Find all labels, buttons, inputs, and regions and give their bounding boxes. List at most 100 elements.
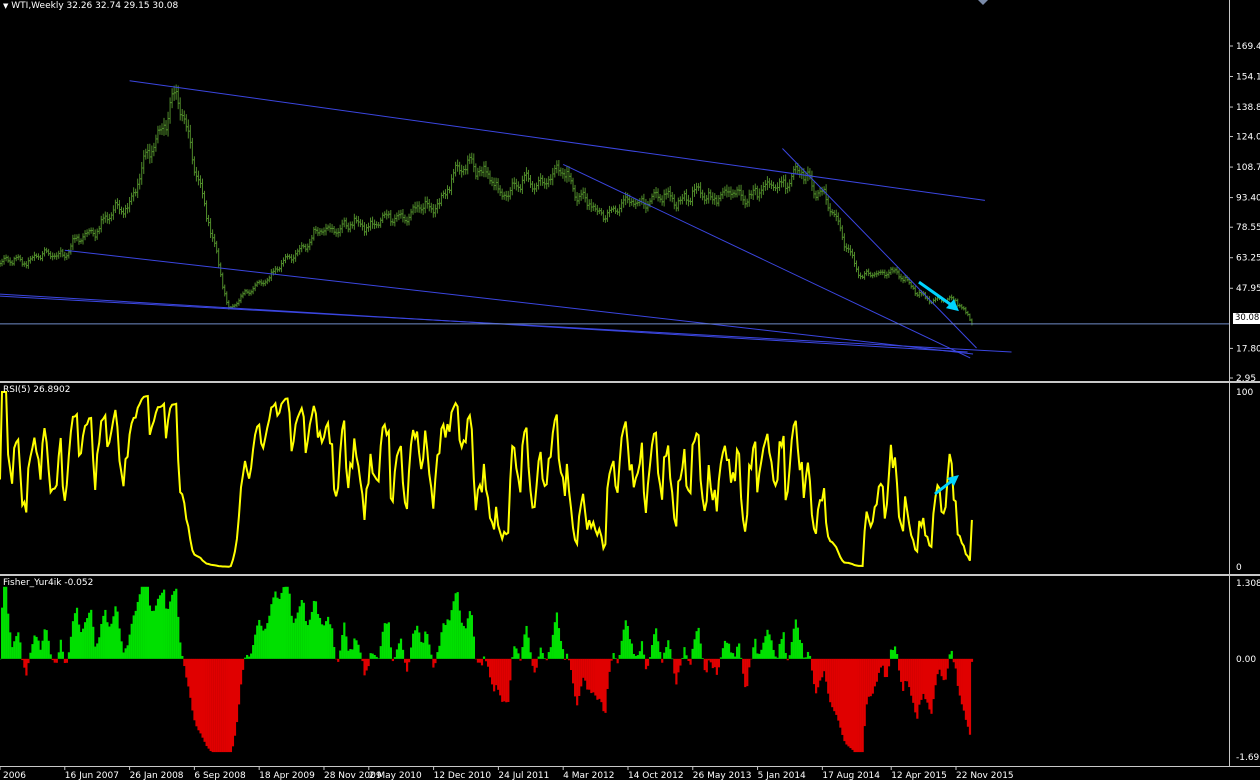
pane-separator[interactable] — [0, 574, 1260, 576]
fisher-bar — [847, 658, 850, 747]
fisher-bar — [363, 658, 366, 676]
price-bar — [887, 269, 891, 278]
price-bar — [757, 188, 761, 202]
fisher-pane[interactable]: 1.308 0.00 -1.693 Fisher_Yur4ik -0.052 — [0, 577, 1260, 766]
price-bar — [0, 258, 4, 267]
price-bar — [277, 266, 281, 272]
fisher-bar — [653, 634, 656, 659]
price-bar — [403, 214, 407, 224]
fisher-bar — [916, 658, 919, 719]
fisher-bar — [952, 658, 955, 663]
fisher-bar — [266, 623, 269, 659]
price-bar — [599, 208, 603, 216]
fisher-bar — [898, 658, 901, 671]
fisher-bar — [324, 621, 328, 659]
fisher-bar — [501, 658, 504, 702]
fisher-bar — [13, 641, 16, 659]
dropdown-triangle-icon[interactable]: ▼ — [3, 2, 8, 10]
price-bar — [563, 169, 567, 182]
fisher-bar — [335, 658, 338, 660]
price-axis-label: 63.25 — [1236, 254, 1260, 264]
fisher-bar — [642, 654, 646, 659]
fisher-bar — [333, 647, 336, 659]
price-bar — [458, 161, 462, 175]
price-bar — [164, 120, 168, 135]
fisher-bar — [614, 658, 617, 659]
fisher-bar — [434, 658, 437, 664]
fisher-bar — [395, 649, 399, 659]
fisher-bar — [365, 658, 368, 671]
price-bar — [142, 150, 146, 174]
fisher-bar — [930, 658, 933, 714]
price-bar — [393, 214, 397, 227]
chart-terminal[interactable]: 169.4 154.1 138.8 124.0 108.7 93.40 78.55 63.25… — [0, 0, 1260, 780]
price-bar — [425, 196, 429, 209]
price-bar — [381, 212, 385, 224]
fisher-bar — [134, 610, 137, 659]
fisher-bar — [669, 649, 672, 659]
fisher-bar — [193, 658, 196, 721]
price-bar — [642, 193, 646, 209]
fisher-bar — [685, 655, 688, 659]
price-axis-label: 78.55 — [1236, 223, 1260, 233]
fisher-bar — [572, 658, 575, 684]
fisher-bar — [748, 658, 751, 668]
fisher-bar — [626, 625, 629, 659]
fisher-bar — [69, 636, 73, 659]
price-bar — [526, 169, 530, 183]
fisher-bar — [156, 598, 160, 659]
fisher-bar — [602, 658, 605, 712]
fisher-bar — [229, 658, 233, 753]
price-bar — [421, 203, 425, 215]
price-bar — [105, 212, 109, 224]
price-bar — [778, 178, 782, 191]
fisher-bar — [944, 658, 947, 680]
price-bar — [371, 216, 375, 229]
price-bar — [812, 181, 816, 199]
fisher-bar — [790, 642, 793, 659]
fisher-bar — [391, 658, 395, 662]
fisher-bar — [914, 658, 917, 713]
price-bar — [893, 267, 897, 274]
price-bar — [223, 284, 227, 297]
fisher-bar — [15, 636, 18, 659]
fisher-bar — [73, 613, 77, 659]
pane-separator[interactable] — [0, 381, 1260, 383]
price-bar — [14, 254, 18, 262]
fisher-bar — [197, 658, 200, 731]
price-bar — [273, 266, 277, 275]
price-bar — [253, 282, 257, 292]
fisher-bar — [808, 655, 812, 659]
price-bar — [300, 242, 304, 253]
fisher-bar — [225, 658, 228, 753]
fisher-bar — [835, 658, 838, 715]
fisher-bar — [588, 658, 591, 690]
price-bar — [168, 97, 172, 124]
price-bar — [454, 161, 458, 177]
price-bar — [529, 175, 533, 188]
date-axis: 4 Nov 200616 Jun 200726 Jan 20086 Sep 20… — [0, 766, 1260, 780]
fisher-bar — [140, 586, 143, 659]
fisher-bar — [946, 658, 949, 669]
price-bar — [583, 187, 587, 203]
price-bar — [130, 192, 134, 205]
fisher-bar — [177, 616, 180, 659]
price-bar — [211, 229, 215, 242]
price-pane[interactable]: 169.4 154.1 138.8 124.0 108.7 93.40 78.55 63.25… — [0, 0, 1260, 384]
fisher-bar — [740, 657, 743, 659]
rsi-pane[interactable]: 100 0 RSI(5) 26.8902 — [0, 384, 1260, 574]
price-bar — [417, 201, 421, 213]
price-bar — [585, 193, 589, 210]
fisher-bar — [770, 640, 773, 659]
fisher-bar — [865, 658, 868, 705]
fisher-bar — [106, 622, 109, 659]
price-bar — [170, 88, 174, 109]
fisher-bar — [752, 647, 755, 659]
price-axis-label: 169.4 — [1236, 42, 1260, 52]
fisher-bar — [798, 639, 802, 659]
fisher-bar — [582, 658, 585, 678]
price-bar — [198, 175, 202, 188]
price-bar — [832, 209, 836, 218]
fisher-bar — [586, 658, 589, 690]
fisher-bar — [559, 640, 563, 659]
